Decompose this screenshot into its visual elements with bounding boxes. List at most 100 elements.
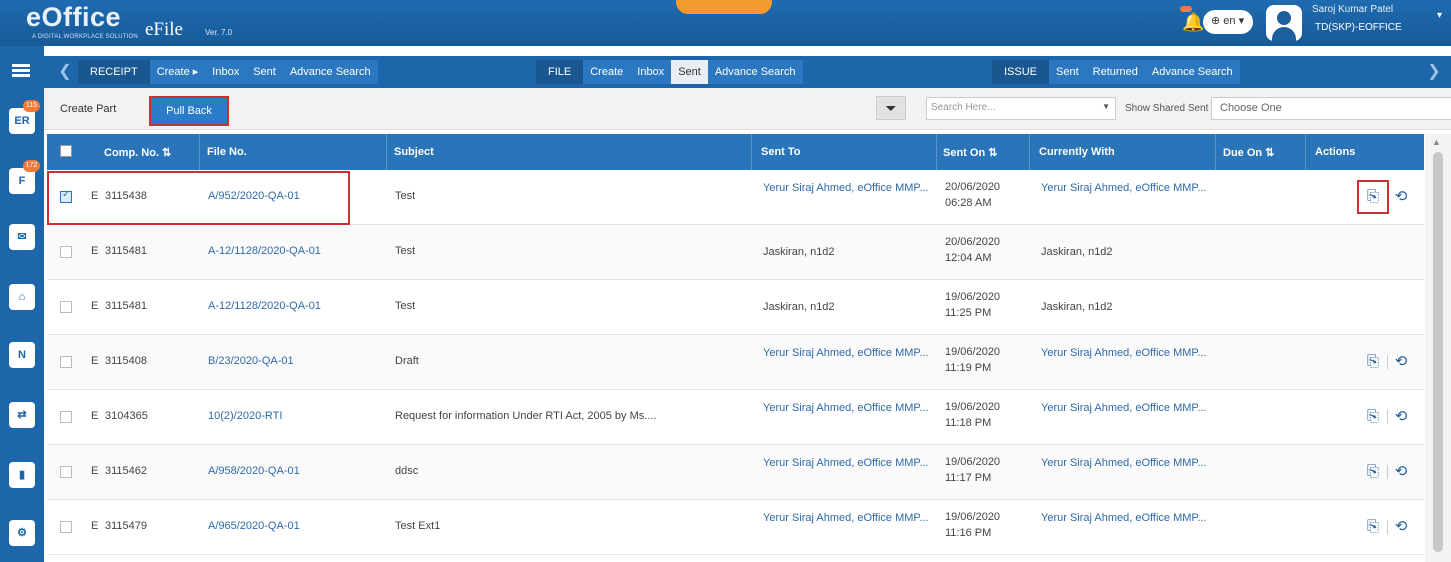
currently-with: Jaskiran, n1d2 [1041, 246, 1113, 258]
table-row[interactable]: E 3115481 A-12/1128/2020-QA-01 Test Jaskiran… [47, 225, 1424, 280]
nav-left-arrow-icon[interactable]: ❮ [58, 56, 72, 88]
sent-to[interactable]: Yerur Siraj Ahmed, eOffice MMP... [763, 511, 933, 526]
pull-back-action-highlight [1357, 180, 1389, 214]
pull-back-action-icon[interactable]: ⎘ [1364, 353, 1382, 371]
file-no-link[interactable]: A-12/1128/2020-QA-01 [208, 300, 321, 312]
file-no-link[interactable]: 10(2)/2020-RTI [208, 410, 282, 422]
col-comp-no[interactable]: Comp. No. ⇅ [104, 146, 171, 159]
user-menu-caret-icon[interactable]: ▾ [1437, 10, 1442, 21]
header-center-tab[interactable] [676, 0, 772, 14]
file-no-link[interactable]: A-12/1128/2020-QA-01 [208, 245, 321, 257]
vertical-scrollbar[interactable]: ▲ [1425, 134, 1451, 562]
receipt-nav-group: RECEIPT Create ▸ Inbox Sent Advance Sear… [78, 60, 378, 84]
table-row[interactable]: E 3115462 A/958/2020-QA-01 ddsc Yerur Siraj … [47, 445, 1424, 500]
receipt-create-link[interactable]: Create ▸ [150, 60, 206, 84]
scrollbar-thumb[interactable] [1433, 152, 1443, 552]
note-icon[interactable]: N [9, 342, 35, 368]
receipt-count-badge: 115 [23, 100, 40, 112]
currently-with[interactable]: Yerur Siraj Ahmed, eOffice MMP... [1041, 346, 1209, 361]
table-row[interactable]: E 3115408 B/23/2020-QA-01 Draft Yerur Siraj … [47, 335, 1424, 390]
issue-advance-search-link[interactable]: Advance Search [1145, 60, 1240, 84]
pull-back-action-icon[interactable]: ⎘ [1364, 518, 1382, 536]
receipt-sent-link[interactable]: Sent [246, 60, 283, 84]
subject: Test [395, 190, 416, 202]
subject: Draft [395, 355, 419, 367]
scroll-up-icon[interactable]: ▲ [1432, 137, 1441, 147]
track-movement-icon[interactable]: ⟲ [1392, 353, 1410, 371]
settings-icon[interactable]: ⚙ [9, 520, 35, 546]
col-sent-on[interactable]: Sent On ⇅ [943, 146, 997, 159]
sent-on-date: 19/06/2020 [945, 511, 1001, 523]
subject: Test Ext1 [395, 520, 441, 532]
pull-back-action-icon[interactable]: ⎘ [1364, 463, 1382, 481]
pull-back-action-icon[interactable]: ⎘ [1364, 408, 1382, 426]
row-checkbox[interactable] [60, 411, 72, 423]
col-due-on[interactable]: Due On ⇅ [1223, 146, 1274, 159]
sent-to[interactable]: Yerur Siraj Ahmed, eOffice MMP... [763, 346, 933, 361]
receipt-advance-search-link[interactable]: Advance Search [283, 60, 378, 84]
search-dropdown-icon[interactable]: ▼ [1102, 102, 1110, 111]
file-label: FILE [536, 60, 584, 84]
filter-icon[interactable]: ⏷ [876, 96, 906, 120]
currently-with[interactable]: Yerur Siraj Ahmed, eOffice MMP... [1041, 401, 1209, 416]
col-currently-with: Currently With [1039, 146, 1115, 158]
sent-on-time: 11:17 PM [945, 472, 992, 484]
row-checkbox[interactable] [60, 356, 72, 368]
sent-to: Jaskiran, n1d2 [763, 246, 835, 258]
table-row[interactable]: E 3115481 A-12/1128/2020-QA-01 Test Jaskiran… [47, 280, 1424, 335]
home-icon[interactable]: ⌂ [9, 284, 35, 310]
mail-icon[interactable]: ✉ [9, 224, 35, 250]
subject: ddsc [395, 465, 419, 477]
row-checkbox[interactable] [60, 466, 72, 478]
sent-to[interactable]: Yerur Siraj Ahmed, eOffice MMP... [763, 181, 933, 196]
issue-returned-link[interactable]: Returned [1086, 60, 1145, 84]
issue-sent-link[interactable]: Sent [1049, 60, 1086, 84]
comp-no: 3104365 [105, 410, 148, 422]
row-type: E [91, 520, 99, 532]
file-inbox-link[interactable]: Inbox [630, 60, 671, 84]
tools-icon[interactable]: ▮ [9, 462, 35, 488]
subject: Test [395, 245, 416, 257]
file-no-link[interactable]: A/958/2020-QA-01 [208, 465, 300, 477]
sent-on-time: 06:28 AM [945, 197, 992, 209]
sent-to[interactable]: Yerur Siraj Ahmed, eOffice MMP... [763, 401, 933, 416]
transfer-icon[interactable]: ⇄ [9, 402, 35, 428]
pull-back-button[interactable]: Pull Back [149, 96, 229, 126]
file-no-link[interactable]: B/23/2020-QA-01 [208, 355, 294, 367]
nav-right-arrow-icon[interactable]: ❯ [1427, 56, 1441, 88]
shared-sent-select[interactable]: Choose One ▼ [1211, 97, 1451, 120]
sent-on-time: 11:18 PM [945, 417, 992, 429]
show-shared-sent-label: Show Shared Sent [1125, 103, 1209, 114]
row-checkbox[interactable] [60, 521, 72, 533]
file-sent-link[interactable]: Sent [671, 60, 708, 84]
table-row[interactable]: E 3104365 10(2)/2020-RTI Request for inform… [47, 390, 1424, 445]
sent-to[interactable]: Yerur Siraj Ahmed, eOffice MMP... [763, 456, 933, 471]
language-selector[interactable]: ⊕ en ▾ [1203, 10, 1253, 34]
file-no-link[interactable]: A/965/2020-QA-01 [208, 520, 300, 532]
currently-with[interactable]: Yerur Siraj Ahmed, eOffice MMP... [1041, 456, 1209, 471]
sent-to: Jaskiran, n1d2 [763, 301, 835, 313]
row-checkbox[interactable] [60, 301, 72, 313]
create-part-button[interactable]: Create Part [60, 103, 116, 115]
file-create-link[interactable]: Create [583, 60, 630, 84]
track-movement-icon[interactable]: ⟲ [1392, 518, 1410, 536]
app-name: eFile [145, 19, 183, 40]
select-all-checkbox[interactable] [60, 145, 72, 157]
avatar[interactable] [1266, 5, 1302, 41]
receipt-inbox-link[interactable]: Inbox [205, 60, 246, 84]
globe-icon: ⊕ [1211, 15, 1221, 27]
hamburger-menu-icon[interactable] [12, 64, 30, 78]
bell-icon[interactable]: 🔔 [1182, 12, 1204, 33]
col-actions: Actions [1315, 146, 1356, 158]
track-movement-icon[interactable]: ⟲ [1392, 408, 1410, 426]
row-type: E [91, 300, 99, 312]
track-movement-icon[interactable]: ⟲ [1392, 463, 1410, 481]
currently-with: Jaskiran, n1d2 [1041, 301, 1113, 313]
row-checkbox[interactable] [60, 246, 72, 258]
currently-with[interactable]: Yerur Siraj Ahmed, eOffice MMP... [1041, 181, 1209, 196]
search-input[interactable]: Search Here... ▼ [926, 97, 1116, 120]
file-advance-search-link[interactable]: Advance Search [708, 60, 803, 84]
currently-with[interactable]: Yerur Siraj Ahmed, eOffice MMP... [1041, 511, 1209, 526]
track-movement-icon[interactable]: ⟲ [1392, 188, 1410, 206]
table-row[interactable]: E 3115479 A/965/2020-QA-01 Test Ext1 Yerur S… [47, 500, 1424, 555]
